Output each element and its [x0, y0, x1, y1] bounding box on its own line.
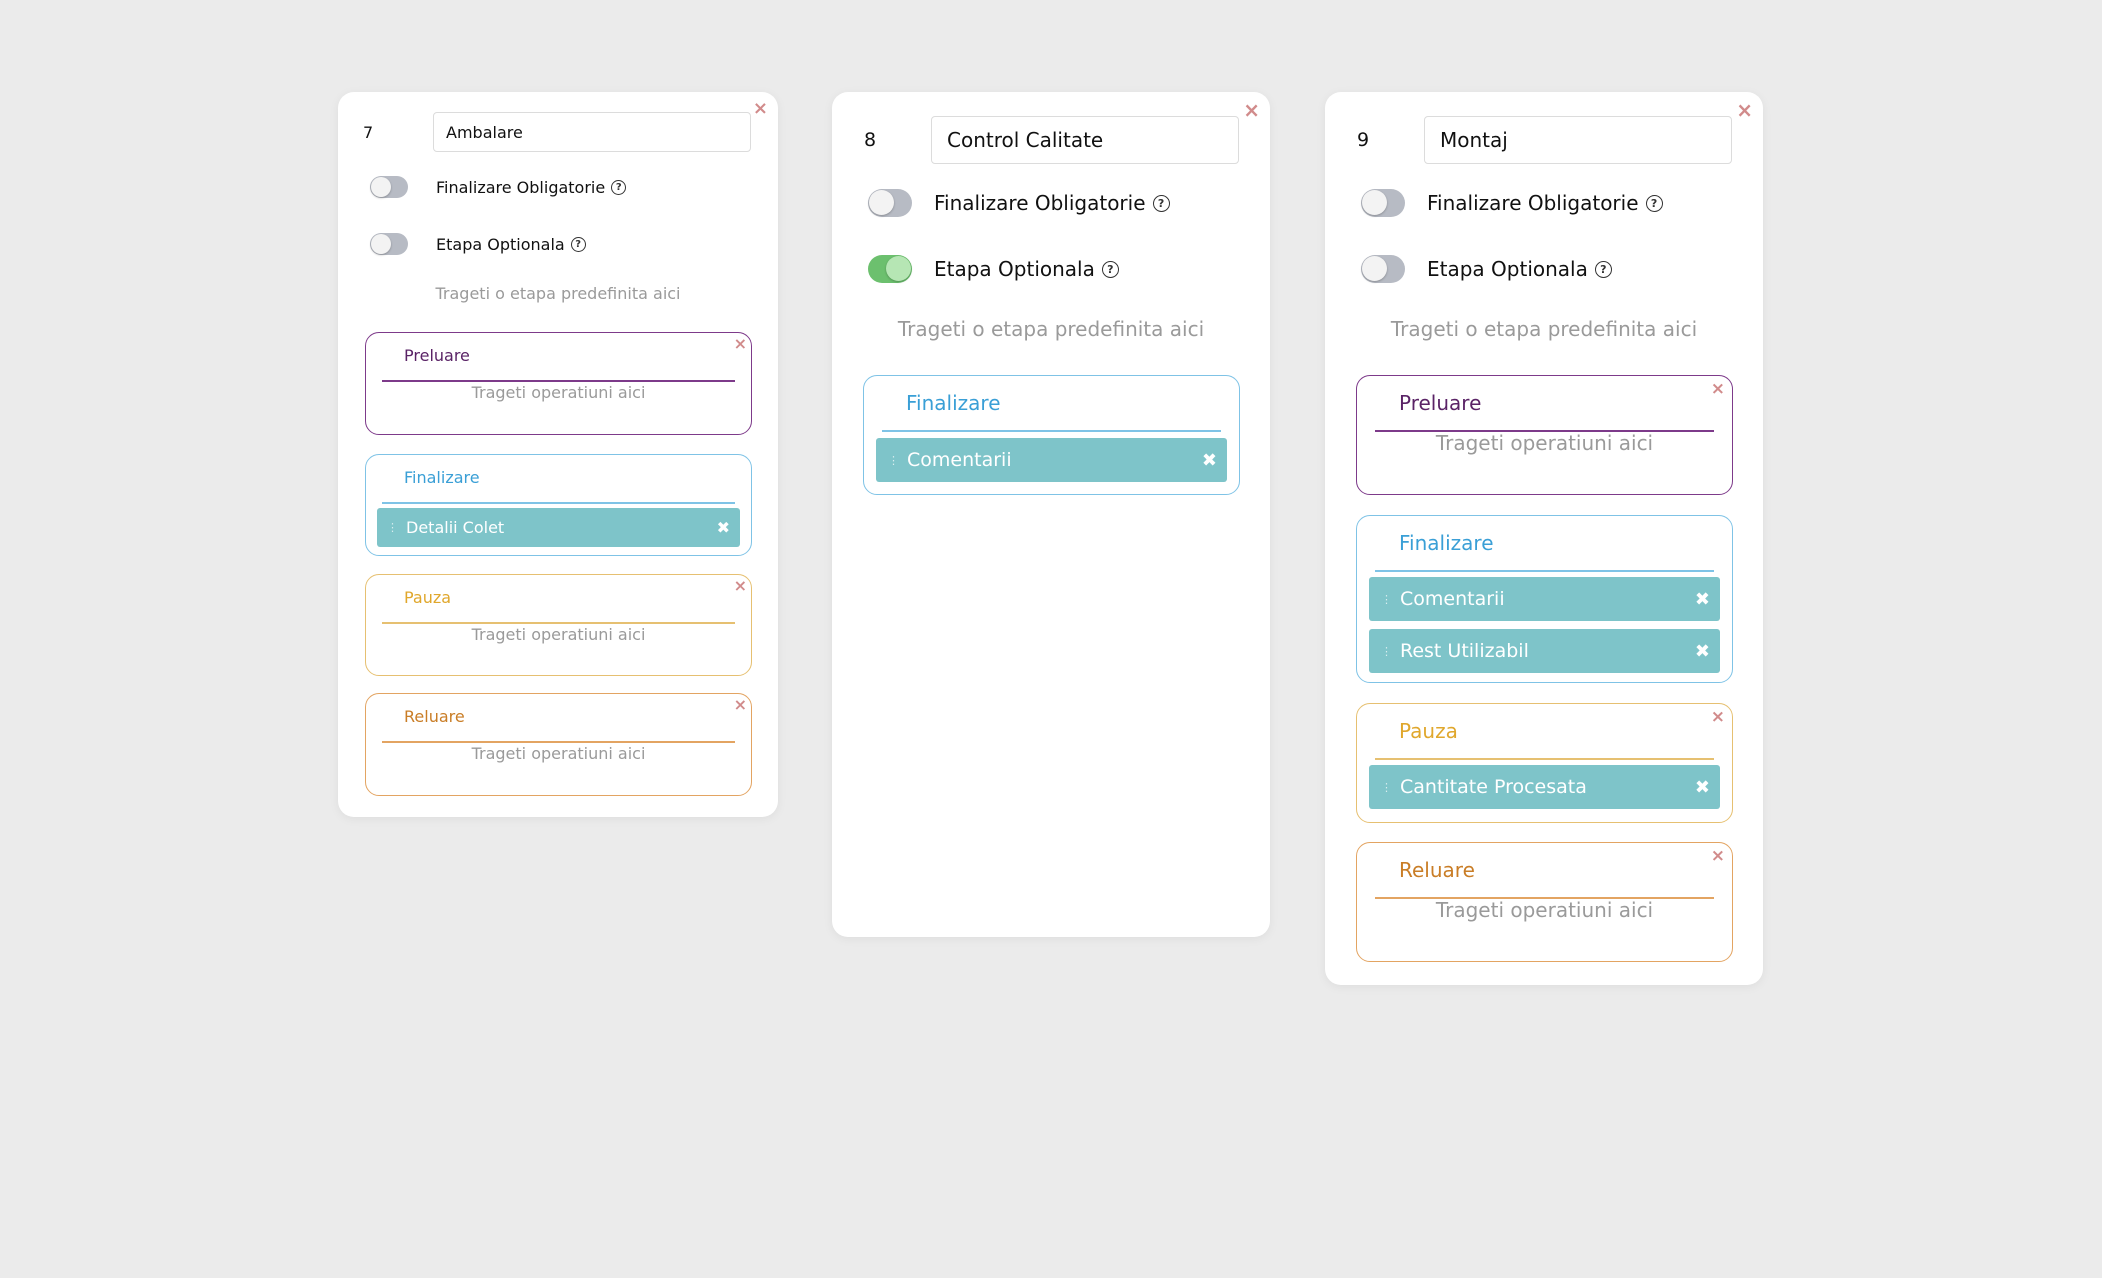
- remove-icon[interactable]: ✖: [1695, 777, 1710, 798]
- stage-drop-hint[interactable]: Trageti o etapa predefinita aici: [1325, 317, 1763, 341]
- close-icon[interactable]: ×: [734, 336, 747, 352]
- phase-pauza[interactable]: Pauza × ⋮ Cantitate Procesata ✖: [1356, 703, 1733, 823]
- step-card-9: × 9 Finalizare Obligatorie ? Etapa Optio…: [1325, 92, 1763, 985]
- step-header: 7: [363, 112, 751, 152]
- toggle-switch[interactable]: [1361, 255, 1405, 283]
- operation-label: Comentarii: [907, 449, 1012, 471]
- toggle-label: Finalizare Obligatorie: [934, 191, 1146, 215]
- operation-chip[interactable]: ⋮ Cantitate Procesata ✖: [1369, 765, 1720, 809]
- step-header: 9: [1357, 116, 1732, 164]
- operation-label: Detalii Colet: [406, 518, 505, 537]
- phase-divider: [1375, 570, 1714, 572]
- phase-title: Finalizare: [1399, 531, 1494, 555]
- drag-handle-icon[interactable]: ⋮: [888, 454, 899, 467]
- step-name-input[interactable]: [433, 112, 751, 152]
- toggle-finalizare-obligatorie: Finalizare Obligatorie ?: [1361, 189, 1663, 217]
- toggle-etapa-optionala: Etapa Optionala ?: [868, 255, 1119, 283]
- drag-handle-icon[interactable]: ⋮: [387, 521, 398, 534]
- close-icon[interactable]: ×: [734, 697, 747, 713]
- close-icon[interactable]: ×: [1711, 709, 1725, 726]
- operations-drop-hint[interactable]: Trageti operatiuni aici: [366, 625, 751, 644]
- phase-title: Reluare: [404, 707, 465, 726]
- remove-icon[interactable]: ✖: [717, 518, 730, 537]
- toggle-switch[interactable]: [868, 255, 912, 283]
- close-icon[interactable]: ×: [1711, 848, 1725, 865]
- help-icon[interactable]: ?: [570, 236, 586, 252]
- toggle-label: Etapa Optionala: [436, 234, 565, 254]
- help-icon[interactable]: ?: [1101, 260, 1119, 278]
- toggle-etapa-optionala: Etapa Optionala ?: [370, 233, 586, 255]
- phase-divider: [382, 622, 735, 624]
- step-number: 7: [363, 122, 374, 142]
- help-icon[interactable]: ?: [1645, 194, 1663, 212]
- drag-handle-icon[interactable]: ⋮: [1381, 593, 1392, 606]
- step-card-8: × 8 Finalizare Obligatorie ? Etapa Optio…: [832, 92, 1270, 937]
- operations-drop-hint[interactable]: Trageti operatiuni aici: [1357, 431, 1732, 455]
- phase-finalizare[interactable]: Finalizare ⋮ Comentarii ✖ ⋮ Rest Utiliza…: [1356, 515, 1733, 683]
- toggle-finalizare-obligatorie: Finalizare Obligatorie ?: [868, 189, 1170, 217]
- phase-reluare[interactable]: Reluare × Trageti operatiuni aici: [1356, 842, 1733, 962]
- operation-label: Cantitate Procesata: [1400, 776, 1587, 798]
- step-name-input[interactable]: [931, 116, 1239, 164]
- drag-handle-icon[interactable]: ⋮: [1381, 645, 1392, 658]
- phase-title: Pauza: [404, 588, 452, 607]
- phase-title: Reluare: [1399, 858, 1475, 882]
- operation-chip[interactable]: ⋮ Detalii Colet ✖: [377, 508, 740, 547]
- toggle-finalizare-obligatorie: Finalizare Obligatorie ?: [370, 176, 627, 198]
- toggle-switch[interactable]: [370, 176, 408, 198]
- toggle-switch[interactable]: [370, 233, 408, 255]
- phase-pauza[interactable]: Pauza × Trageti operatiuni aici: [365, 574, 752, 676]
- phase-divider: [882, 430, 1221, 432]
- operation-chip[interactable]: ⋮ Rest Utilizabil ✖: [1369, 629, 1720, 673]
- toggle-switch[interactable]: [868, 189, 912, 217]
- remove-icon[interactable]: ✖: [1695, 589, 1710, 610]
- remove-icon[interactable]: ✖: [1695, 641, 1710, 662]
- phase-divider: [382, 380, 735, 382]
- phase-title: Finalizare: [404, 468, 480, 487]
- phase-title: Finalizare: [906, 391, 1001, 415]
- phase-title: Preluare: [1399, 391, 1482, 415]
- help-icon[interactable]: ?: [611, 179, 627, 195]
- toggle-label: Finalizare Obligatorie: [1427, 191, 1639, 215]
- step-number: 8: [864, 129, 877, 151]
- toggle-label: Finalizare Obligatorie: [436, 177, 606, 197]
- remove-icon[interactable]: ✖: [1202, 450, 1217, 471]
- step-header: 8: [864, 116, 1239, 164]
- phase-reluare[interactable]: Reluare × Trageti operatiuni aici: [365, 693, 752, 796]
- close-icon[interactable]: ×: [1243, 100, 1260, 120]
- help-icon[interactable]: ?: [1152, 194, 1170, 212]
- help-icon[interactable]: ?: [1594, 260, 1612, 278]
- close-icon[interactable]: ×: [1736, 100, 1753, 120]
- close-icon[interactable]: ×: [753, 100, 768, 118]
- phase-preluare[interactable]: Preluare × Trageti operatiuni aici: [365, 332, 752, 435]
- phase-divider: [382, 502, 735, 504]
- close-icon[interactable]: ×: [734, 578, 747, 594]
- close-icon[interactable]: ×: [1711, 381, 1725, 398]
- stage-drop-hint[interactable]: Trageti o etapa predefinita aici: [338, 284, 778, 303]
- drag-handle-icon[interactable]: ⋮: [1381, 781, 1392, 794]
- operations-drop-hint[interactable]: Trageti operatiuni aici: [1357, 898, 1732, 922]
- toggle-label: Etapa Optionala: [934, 257, 1095, 281]
- step-name-input[interactable]: [1424, 116, 1732, 164]
- toggle-switch[interactable]: [1361, 189, 1405, 217]
- operation-chip[interactable]: ⋮ Comentarii ✖: [1369, 577, 1720, 621]
- phase-title: Preluare: [404, 346, 470, 365]
- phase-divider: [382, 741, 735, 743]
- operations-drop-hint[interactable]: Trageti operatiuni aici: [366, 383, 751, 402]
- phase-finalizare[interactable]: Finalizare ⋮ Comentarii ✖: [863, 375, 1240, 495]
- operations-drop-hint[interactable]: Trageti operatiuni aici: [366, 744, 751, 763]
- operation-chip[interactable]: ⋮ Comentarii ✖: [876, 438, 1227, 482]
- stage-drop-hint[interactable]: Trageti o etapa predefinita aici: [832, 317, 1270, 341]
- step-card-7: × 7 Finalizare Obligatorie ? Etapa Optio…: [338, 92, 778, 817]
- phase-divider: [1375, 758, 1714, 760]
- phase-preluare[interactable]: Preluare × Trageti operatiuni aici: [1356, 375, 1733, 495]
- operation-label: Rest Utilizabil: [1400, 640, 1529, 662]
- toggle-etapa-optionala: Etapa Optionala ?: [1361, 255, 1612, 283]
- phase-title: Pauza: [1399, 719, 1458, 743]
- phase-finalizare[interactable]: Finalizare ⋮ Detalii Colet ✖: [365, 454, 752, 556]
- step-number: 9: [1357, 129, 1370, 151]
- toggle-label: Etapa Optionala: [1427, 257, 1588, 281]
- operation-label: Comentarii: [1400, 588, 1505, 610]
